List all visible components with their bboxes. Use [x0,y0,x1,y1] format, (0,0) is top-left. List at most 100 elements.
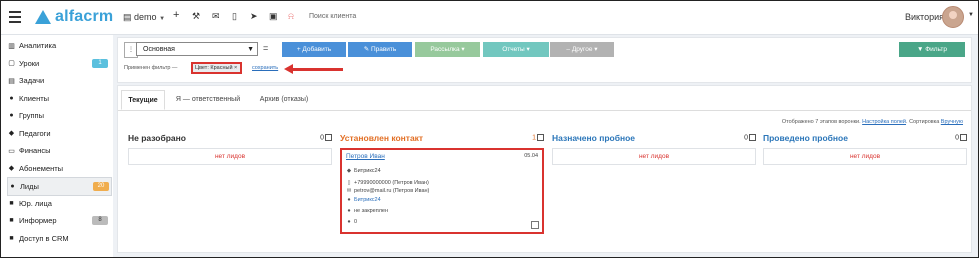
sidebar-item-2[interactable]: ▤ Задачи [7,72,110,89]
sidebar-item-label: Уроки [19,58,40,68]
field-settings-link[interactable]: Настройка полей [862,119,906,125]
filter-preset-select[interactable]: Основная ▼ [136,42,258,56]
logo-text: alfacrm [55,8,114,25]
lead-phone: ▯ +79990000000 (Петров Иван) [347,180,429,186]
empty-stage-text: нет лидов [763,148,967,165]
building-icon: ▤ [123,12,132,22]
users-icon: ● [9,112,14,119]
stage-column: Проведено пробное 0 нет лидов [763,133,967,245]
cart-icon[interactable]: ▣ [269,11,278,22]
annotation-arrow [291,68,343,71]
mailing-button[interactable]: Рассылка ▾ [415,42,480,57]
sidebar-item-label: Педагоги [19,128,51,138]
stages-count-text: Отображено 7 этапов воронки. [781,119,861,125]
plus-icon[interactable]: + [173,9,179,21]
lead-link[interactable]: ● Битрикс24 [346,197,380,203]
select-all-checkbox[interactable] [325,134,332,141]
user-name[interactable]: Виктория [905,12,944,22]
stage-title: Проведено пробное [763,133,848,143]
send-icon[interactable]: ➤ [250,11,258,22]
select-all-checkbox[interactable] [537,134,544,141]
stage-count[interactable]: 0 [744,134,756,141]
sidebar-item-label: Лиды [20,182,39,191]
sidebar-item-5[interactable]: ◆ Педагоги [7,125,110,142]
sidebar-item-label: Группы [19,111,44,120]
lead-date: 05.04 [524,153,538,159]
sidebar-item-11[interactable]: ■ Доступ в CRM [7,230,110,247]
comment-icon: ● [347,219,351,225]
add-button[interactable]: + Добавить [282,42,346,57]
applied-filter-chip[interactable]: Цвет: Красный × [191,62,242,74]
applied-filter-text: Применен фильтр — [124,65,178,71]
filter-equals-button[interactable]: = [263,43,268,53]
stage-header: Проведено пробное 0 [763,133,967,145]
avatar[interactable] [942,6,964,28]
chevron-down-icon: ▼ [247,46,254,53]
stage-column: Установлен контакт 1 Петров Иван 05.04 ◆… [340,133,544,245]
sidebar-item-0[interactable]: ▥ Аналитика [7,37,110,54]
stage-count[interactable]: 1 [532,134,544,141]
stage-count[interactable]: 0 [320,134,332,141]
tab-archive[interactable]: Архив (отказы) [252,90,316,110]
count-badge: 20 [93,182,109,191]
mail-icon: ✉ [346,188,352,194]
sort-mode-link[interactable]: Вручную [941,119,963,125]
client-search-input[interactable]: Поиск клиента [309,13,356,20]
wrench-icon[interactable]: ⚒ [192,11,200,22]
calendar-icon: ▢ [8,60,15,67]
count-badge: 1 [92,58,108,68]
tag-icon: ◆ [8,165,15,172]
lead-select-checkbox[interactable] [531,221,539,229]
phone-icon: ▯ [347,180,351,186]
stage-header: Назначено пробное 0 [552,133,756,145]
sidebar-item-8[interactable]: ● Лиды 20 [7,177,112,196]
sidebar-item-label: Юр. лица [19,198,52,208]
select-all-checkbox[interactable] [749,134,756,141]
sidebar-item-1[interactable]: ▢ Уроки 1 [7,55,110,72]
account-selector[interactable]: ▤ demo ▼ [123,12,165,23]
sidebar-item-label: Информер [19,216,57,225]
informer-icon: ■ [9,217,14,224]
lead-card[interactable]: Петров Иван 05.04 ◆ Битрикс24 ▯ +799900000… [340,148,544,234]
leads-board-panel: Текущие Я — ответственный Архив (отказы)… [117,85,972,253]
tasks-icon: ▤ [8,77,15,85]
globe-icon: ● [347,197,351,203]
bell-icon[interactable]: ⍾ [288,11,294,22]
logo[interactable]: alfacrm [35,8,113,26]
money-icon: ▭ [8,147,15,155]
tab-current[interactable]: Текущие [121,90,165,110]
sidebar-item-9[interactable]: ■ Юр. лица [7,195,110,212]
sidebar-item-10[interactable]: ■ Информер 8 [7,212,110,229]
select-all-checkbox[interactable] [960,134,967,141]
mail-icon[interactable]: ✉ [212,11,220,22]
sidebar: ▥ Аналитика ▢ Уроки 1 ▤ Задачи ● Клиенты ● Группы ◆… [1,35,113,257]
sidebar-item-6[interactable]: ▭ Финансы [7,142,110,159]
filter-panel: ⋮ Основная ▼ = + Добавить ✎ Править Расс… [117,37,972,83]
briefcase-icon: ■ [9,199,14,207]
other-button[interactable]: – Другое ▾ [550,42,614,57]
edit-button[interactable]: ✎ Править [348,42,412,57]
count-badge: 8 [92,216,108,225]
app-window: alfacrm ▤ demo ▼ + ⚒ ✉ ▯ ➤ ▣ ⍾ Поиск кли… [0,0,979,258]
save-filter-link[interactable]: сохранить [252,65,278,71]
user-menu-chevron-icon[interactable]: ▼ [968,12,974,18]
filter-button[interactable]: ▼ Фильтр [899,42,965,57]
reports-button[interactable]: Отчеты ▾ [483,42,549,57]
stage-column: Назначено пробное 0 нет лидов [552,133,756,245]
lead-source: ◆ Битрикс24 [346,168,381,174]
sidebar-item-label: Доступ в CRM [19,233,69,243]
lead-name-link[interactable]: Петров Иван [346,153,385,160]
lead-comments[interactable]: ● 0 [346,219,357,225]
sidebar-item-3[interactable]: ● Клиенты [7,90,110,107]
stage-header: Не разобрано 0 [128,133,332,145]
sidebar-item-4[interactable]: ● Группы [7,107,110,124]
sidebar-item-label: Клиенты [19,93,50,103]
logo-mark-icon [35,10,51,24]
tab-my-responsible[interactable]: Я — ответственный [167,90,249,110]
user-plus-icon: ● [10,183,15,190]
menu-icon[interactable] [9,11,21,23]
stage-count[interactable]: 0 [955,134,967,141]
sidebar-item-7[interactable]: ◆ Абонементы [7,160,110,177]
phone-icon[interactable]: ▯ [232,11,237,22]
empty-stage-text: нет лидов [128,148,332,165]
